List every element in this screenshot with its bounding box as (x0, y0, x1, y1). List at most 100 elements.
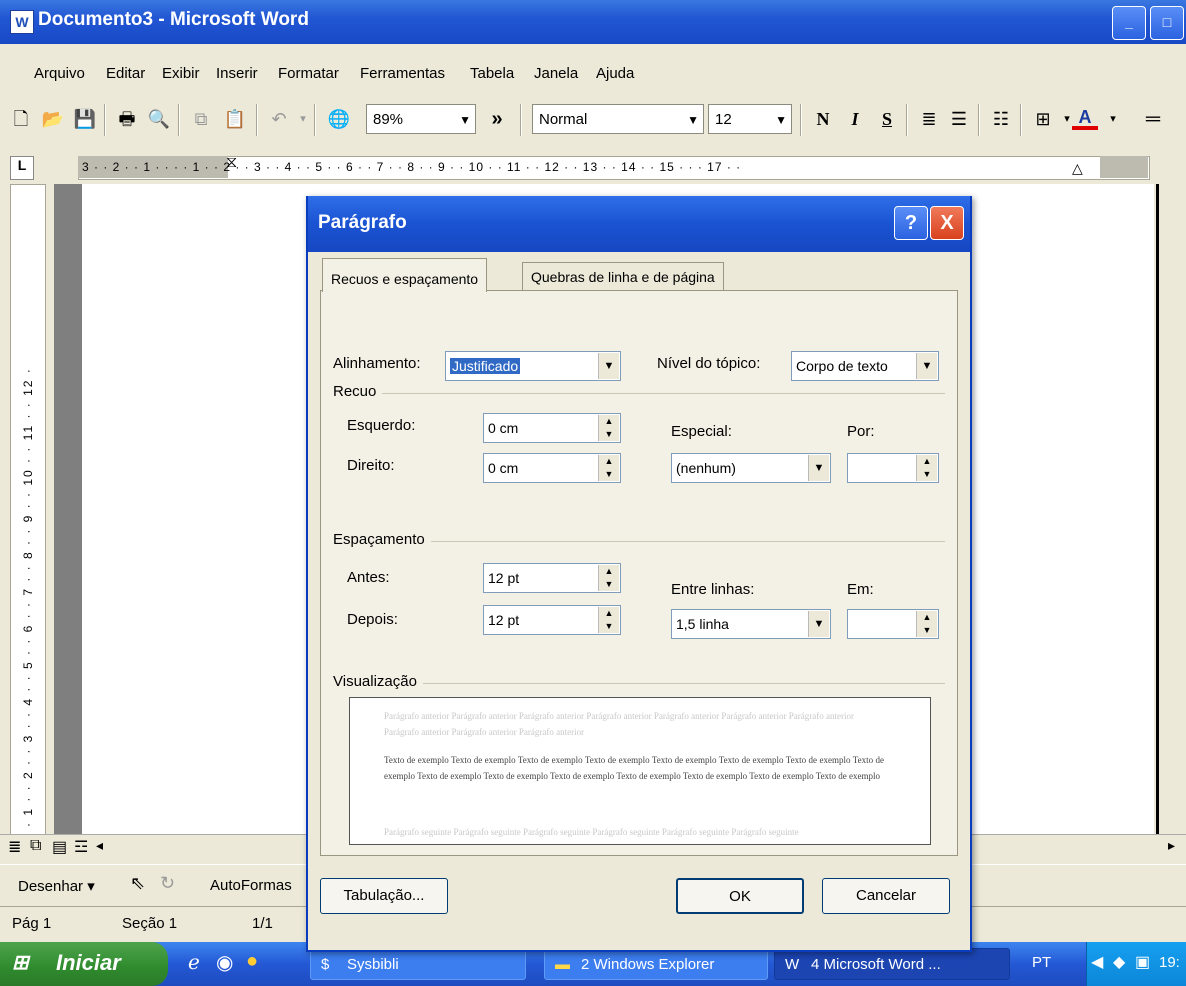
indent-marker-icon[interactable]: ⧖ (226, 154, 237, 172)
print-icon[interactable]: 🖶 (114, 106, 140, 132)
horizontal-ruler[interactable]: L 3 · · 2 · · 1 · · · · 1 · · 2 · · 3 · … (0, 150, 1186, 184)
toolbar-options-icon[interactable]: ═ (1140, 106, 1166, 132)
menu-formatar[interactable]: Formatar (278, 65, 339, 82)
tabs-button[interactable]: Tabulação... (320, 878, 448, 914)
new-document-icon[interactable]: 🗋 (8, 106, 34, 132)
undo-icon[interactable]: ↶ (266, 106, 292, 132)
clock[interactable]: 19: (1159, 954, 1180, 971)
outline-level-label: Nível do tópico: (657, 355, 761, 372)
after-value: 12 pt (488, 612, 520, 628)
print-preview-icon[interactable]: 🔍 (146, 106, 172, 132)
menu-editar[interactable]: Editar (106, 65, 145, 82)
menu-tabela[interactable]: Tabela (470, 65, 514, 82)
save-icon[interactable]: 💾 (72, 106, 98, 132)
spin-arrows-icon[interactable]: ▲ ▼ (916, 455, 937, 481)
alignment-select[interactable]: Justificado ▼ (445, 351, 621, 381)
before-input[interactable]: 12 pt ▲ ▼ (483, 563, 621, 593)
cancel-button[interactable]: Cancelar (822, 878, 950, 914)
paste-icon[interactable]: 📋 (222, 106, 248, 132)
tray-app-icon[interactable]: ◆ (1113, 952, 1125, 972)
spin-arrows-icon[interactable]: ▲ ▼ (916, 611, 937, 637)
close-button[interactable]: X (930, 206, 964, 240)
copy-icon[interactable]: ⧉ (188, 106, 214, 132)
right-indent-marker-icon[interactable]: △ (1072, 160, 1083, 177)
open-folder-icon[interactable]: 📂 (40, 106, 66, 132)
at-input[interactable]: ▲ ▼ (847, 609, 939, 639)
spin-arrows-icon[interactable]: ▲ ▼ (598, 455, 619, 481)
status-pages: 1/1 (252, 915, 273, 932)
scroll-left-icon[interactable]: ◂ (96, 837, 103, 854)
style-combo[interactable]: Normal ▼ (532, 104, 704, 134)
maximize-button[interactable]: □ (1150, 6, 1184, 40)
draw-menu-button[interactable]: Desenhar ▾ (18, 877, 95, 895)
vertical-scrollbar[interactable] (1156, 184, 1186, 834)
align-right-icon[interactable]: ≣ (916, 106, 942, 132)
tray-expand-icon[interactable]: ◀ (1091, 952, 1103, 972)
start-button[interactable]: ⊞ Iniciar (0, 942, 168, 986)
tab-indents-spacing[interactable]: Recuos e espaçamento (322, 258, 488, 292)
outline-view-icon[interactable]: ☲ (74, 837, 88, 857)
ie-icon[interactable]: ℯ (188, 950, 200, 975)
at-label: Em: (847, 581, 874, 598)
vertical-ruler[interactable]: · 1 · · 2 · · 3 · · 4 · · 5 · · 6 · · 7 … (10, 184, 46, 836)
underline-button[interactable]: S (874, 106, 900, 132)
undo-dropdown-icon[interactable]: ▾ (290, 106, 316, 132)
spin-arrows-icon[interactable]: ▲ ▼ (598, 565, 619, 591)
preview-previous-paragraph: Parágrafo anterior Parágrafo anterior Pa… (384, 711, 855, 737)
font-color-dropdown-icon[interactable]: ▾ (1100, 106, 1126, 132)
bullets-icon[interactable]: ☷ (988, 106, 1014, 132)
task-windows-explorer[interactable]: ▬ 2 Windows Explorer (544, 948, 768, 980)
web-globe-icon[interactable]: 🌐 (326, 106, 352, 132)
menu-exibir[interactable]: Exibir (162, 65, 200, 82)
line-spacing-select[interactable]: 1,5 linha ▼ (671, 609, 831, 639)
ok-button[interactable]: OK (676, 878, 804, 914)
help-button[interactable]: ? (894, 206, 928, 240)
menu-inserir[interactable]: Inserir (216, 65, 258, 82)
word-app-icon[interactable]: W (10, 10, 34, 34)
print-layout-icon[interactable]: ▤ (52, 837, 67, 857)
borders-icon[interactable]: ⊞ (1030, 106, 1056, 132)
justify-icon[interactable]: ☰ (946, 106, 972, 132)
right-indent-input[interactable]: 0 cm ▲ ▼ (483, 453, 621, 483)
outline-level-select[interactable]: Corpo de texto ▼ (791, 351, 939, 381)
after-input[interactable]: 12 pt ▲ ▼ (483, 605, 621, 635)
font-color-icon[interactable]: A (1072, 106, 1098, 130)
by-input[interactable]: ▲ ▼ (847, 453, 939, 483)
zoom-combo[interactable]: 89% ▼ (366, 104, 476, 134)
status-section: Seção 1 (122, 915, 178, 932)
normal-view-icon[interactable]: ≣ (8, 837, 21, 857)
tab-selector[interactable]: L (10, 156, 34, 180)
left-indent-input[interactable]: 0 cm ▲ ▼ (483, 413, 621, 443)
minimize-button[interactable]: _ (1112, 6, 1146, 40)
tray-media-icon[interactable]: ▣ (1135, 952, 1150, 972)
italic-button[interactable]: I (842, 106, 868, 132)
select-objects-icon[interactable]: ⇖ (130, 873, 145, 894)
menu-arquivo[interactable]: Arquivo (34, 65, 85, 82)
free-rotate-icon[interactable]: ↻ (160, 873, 175, 894)
bold-button[interactable]: N (810, 106, 836, 132)
menu-ajuda[interactable]: Ajuda (596, 65, 634, 82)
menu-ferramentas[interactable]: Ferramentas (360, 65, 445, 82)
task-explorer-label: 2 Windows Explorer (581, 956, 715, 973)
font-size-combo[interactable]: 12 ▼ (708, 104, 792, 134)
browser-icon[interactable]: ◉ (216, 950, 233, 975)
web-layout-icon[interactable]: ⧉ (30, 837, 41, 855)
menu-janela[interactable]: Janela (534, 65, 578, 82)
special-indent-select[interactable]: (nenhum) ▼ (671, 453, 831, 483)
media-icon[interactable]: ● (246, 950, 258, 973)
task-sysbibli[interactable]: $ Sysbibli (310, 948, 526, 980)
vertical-ruler-numbers: · 1 · · 2 · · 3 · · 4 · · 5 · · 6 · · 7 … (21, 367, 35, 827)
tab-line-page-breaks[interactable]: Quebras de linha e de página (522, 262, 724, 290)
dialog-title-bar[interactable]: Parágrafo ? X (308, 196, 970, 252)
line-spacing-value: 1,5 linha (676, 616, 729, 632)
spin-arrows-icon[interactable]: ▲ ▼ (598, 415, 619, 441)
language-indicator[interactable]: PT (1032, 954, 1051, 971)
chevron-down-icon: ▼ (687, 113, 699, 127)
autoshapes-button[interactable]: AutoFormas (210, 877, 292, 894)
spin-arrows-icon[interactable]: ▲ ▼ (598, 607, 619, 633)
task-microsoft-word[interactable]: W 4 Microsoft Word ... (774, 948, 1010, 980)
before-label: Antes: (347, 569, 390, 586)
scroll-right-icon[interactable]: ▸ (1168, 837, 1175, 854)
toolbar-overflow-icon[interactable]: » (484, 106, 510, 132)
task-sysbibli-label: Sysbibli (347, 956, 399, 973)
